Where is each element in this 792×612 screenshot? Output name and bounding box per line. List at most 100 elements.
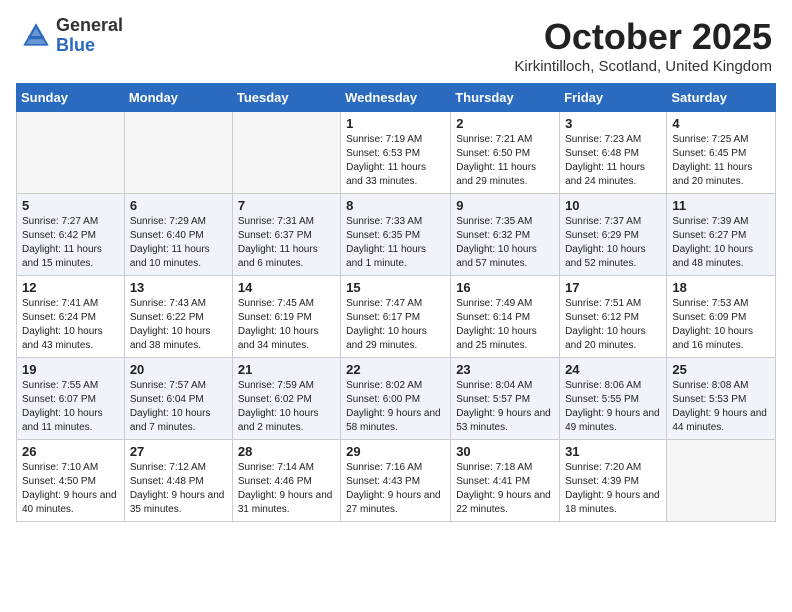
calendar-cell: 4 Sunrise: 7:25 AM Sunset: 6:45 PM Daylig… [667,112,776,194]
day-number: 21 [238,362,335,377]
calendar-cell [17,112,125,194]
day-info: Sunrise: 7:23 AM Sunset: 6:48 PM Dayligh… [565,133,661,189]
calendar-cell: 29 Sunrise: 7:16 AM Sunset: 4:43 PM Dayli… [341,440,451,522]
day-number: 6 [130,198,227,213]
calendar-week-3: 12 Sunrise: 7:41 AM Sunset: 6:24 PM Dayli… [17,276,776,358]
day-info: Sunrise: 8:06 AM Sunset: 5:55 PM Dayligh… [565,379,661,435]
day-info: Sunrise: 7:59 AM Sunset: 6:02 PM Dayligh… [238,379,335,435]
day-of-week-saturday: Saturday [667,84,776,112]
day-info: Sunrise: 7:31 AM Sunset: 6:37 PM Dayligh… [238,215,335,271]
day-of-week-wednesday: Wednesday [341,84,451,112]
calendar-cell: 8 Sunrise: 7:33 AM Sunset: 6:35 PM Daylig… [341,194,451,276]
calendar-cell: 18Sunrise: 7:53 AM Sunset: 6:09 PM Dayli… [667,276,776,358]
calendar-cell: 25 Sunrise: 8:08 AM Sunset: 5:53 PM Dayli… [667,358,776,440]
day-info: Sunrise: 7:16 AM Sunset: 4:43 PM Dayligh… [346,461,445,517]
day-info: Sunrise: 8:08 AM Sunset: 5:53 PM Dayligh… [672,379,770,435]
calendar-cell: 23Sunrise: 8:04 AM Sunset: 5:57 PM Dayli… [451,358,560,440]
calendar-cell: 20Sunrise: 7:57 AM Sunset: 6:04 PM Dayli… [124,358,232,440]
calendar-cell: 10 Sunrise: 7:37 AM Sunset: 6:29 PM Dayli… [560,194,667,276]
calendar-cell [232,112,340,194]
day-info: Sunrise: 7:25 AM Sunset: 6:45 PM Dayligh… [672,133,770,189]
calendar-cell: 16Sunrise: 7:49 AM Sunset: 6:14 PM Dayli… [451,276,560,358]
calendar-cell: 13Sunrise: 7:43 AM Sunset: 6:22 PM Dayli… [124,276,232,358]
day-number: 22 [346,362,445,377]
logo-general-text: General [56,16,123,36]
day-info: Sunrise: 8:02 AM Sunset: 6:00 PM Dayligh… [346,379,445,435]
day-number: 9 [456,198,554,213]
logo-blue-text: Blue [56,36,123,56]
day-number: 3 [565,116,661,131]
day-info: Sunrise: 7:12 AM Sunset: 4:48 PM Dayligh… [130,461,227,517]
day-number: 5 [22,198,119,213]
month-title: October 2025 [514,16,772,58]
day-info: Sunrise: 8:04 AM Sunset: 5:57 PM Dayligh… [456,379,554,435]
day-number: 31 [565,444,661,459]
calendar-cell: 5 Sunrise: 7:27 AM Sunset: 6:42 PM Daylig… [17,194,125,276]
day-info: Sunrise: 7:41 AM Sunset: 6:24 PM Dayligh… [22,297,119,353]
day-info: Sunrise: 7:14 AM Sunset: 4:46 PM Dayligh… [238,461,335,517]
calendar-cell: 15 Sunrise: 7:47 AM Sunset: 6:17 PM Dayli… [341,276,451,358]
day-number: 19 [22,362,119,377]
calendar-cell: 28 Sunrise: 7:14 AM Sunset: 4:46 PM Dayli… [232,440,340,522]
day-number: 17 [565,280,661,295]
logo-icon [20,20,52,52]
calendar-cell: 30Sunrise: 7:18 AM Sunset: 4:41 PM Dayli… [451,440,560,522]
calendar-cell [124,112,232,194]
day-number: 27 [130,444,227,459]
day-number: 24 [565,362,661,377]
header: General Blue October 2025 Kirkintilloch,… [0,0,792,83]
logo: General Blue [20,16,123,56]
day-of-week-friday: Friday [560,84,667,112]
day-info: Sunrise: 7:20 AM Sunset: 4:39 PM Dayligh… [565,461,661,517]
day-number: 12 [22,280,119,295]
day-info: Sunrise: 7:35 AM Sunset: 6:32 PM Dayligh… [456,215,554,271]
calendar-table: SundayMondayTuesdayWednesdayThursdayFrid… [16,83,776,522]
day-info: Sunrise: 7:49 AM Sunset: 6:14 PM Dayligh… [456,297,554,353]
day-number: 8 [346,198,445,213]
day-number: 15 [346,280,445,295]
day-info: Sunrise: 7:51 AM Sunset: 6:12 PM Dayligh… [565,297,661,353]
calendar-header-row: SundayMondayTuesdayWednesdayThursdayFrid… [17,84,776,112]
calendar-cell: 6 Sunrise: 7:29 AM Sunset: 6:40 PM Daylig… [124,194,232,276]
day-info: Sunrise: 7:33 AM Sunset: 6:35 PM Dayligh… [346,215,445,271]
day-number: 14 [238,280,335,295]
day-number: 18 [672,280,770,295]
day-of-week-sunday: Sunday [17,84,125,112]
calendar-cell: 12 Sunrise: 7:41 AM Sunset: 6:24 PM Dayli… [17,276,125,358]
calendar-cell: 14 Sunrise: 7:45 AM Sunset: 6:19 PM Dayli… [232,276,340,358]
day-number: 29 [346,444,445,459]
day-of-week-tuesday: Tuesday [232,84,340,112]
calendar-cell: 7 Sunrise: 7:31 AM Sunset: 6:37 PM Daylig… [232,194,340,276]
day-info: Sunrise: 7:55 AM Sunset: 6:07 PM Dayligh… [22,379,119,435]
day-number: 4 [672,116,770,131]
day-info: Sunrise: 7:21 AM Sunset: 6:50 PM Dayligh… [456,133,554,189]
day-number: 25 [672,362,770,377]
day-info: Sunrise: 7:29 AM Sunset: 6:40 PM Dayligh… [130,215,227,271]
day-info: Sunrise: 7:45 AM Sunset: 6:19 PM Dayligh… [238,297,335,353]
calendar-week-5: 26 Sunrise: 7:10 AM Sunset: 4:50 PM Dayli… [17,440,776,522]
calendar-cell: 1Sunrise: 7:19 AM Sunset: 6:53 PM Daylig… [341,112,451,194]
day-of-week-monday: Monday [124,84,232,112]
day-info: Sunrise: 7:43 AM Sunset: 6:22 PM Dayligh… [130,297,227,353]
calendar-cell: 11Sunrise: 7:39 AM Sunset: 6:27 PM Dayli… [667,194,776,276]
day-number: 30 [456,444,554,459]
day-info: Sunrise: 7:39 AM Sunset: 6:27 PM Dayligh… [672,215,770,271]
day-number: 26 [22,444,119,459]
page: General Blue October 2025 Kirkintilloch,… [0,0,792,612]
day-info: Sunrise: 7:27 AM Sunset: 6:42 PM Dayligh… [22,215,119,271]
location: Kirkintilloch, Scotland, United Kingdom [514,58,772,75]
calendar-week-4: 19 Sunrise: 7:55 AM Sunset: 6:07 PM Dayli… [17,358,776,440]
calendar-week-2: 5 Sunrise: 7:27 AM Sunset: 6:42 PM Daylig… [17,194,776,276]
day-info: Sunrise: 7:47 AM Sunset: 6:17 PM Dayligh… [346,297,445,353]
day-number: 10 [565,198,661,213]
calendar-week-1: 1Sunrise: 7:19 AM Sunset: 6:53 PM Daylig… [17,112,776,194]
day-number: 7 [238,198,335,213]
calendar: SundayMondayTuesdayWednesdayThursdayFrid… [0,83,792,612]
day-number: 28 [238,444,335,459]
calendar-cell: 31 Sunrise: 7:20 AM Sunset: 4:39 PM Dayli… [560,440,667,522]
day-info: Sunrise: 7:37 AM Sunset: 6:29 PM Dayligh… [565,215,661,271]
day-info: Sunrise: 7:10 AM Sunset: 4:50 PM Dayligh… [22,461,119,517]
logo-text: General Blue [56,16,123,56]
day-of-week-thursday: Thursday [451,84,560,112]
calendar-cell: 19 Sunrise: 7:55 AM Sunset: 6:07 PM Dayli… [17,358,125,440]
